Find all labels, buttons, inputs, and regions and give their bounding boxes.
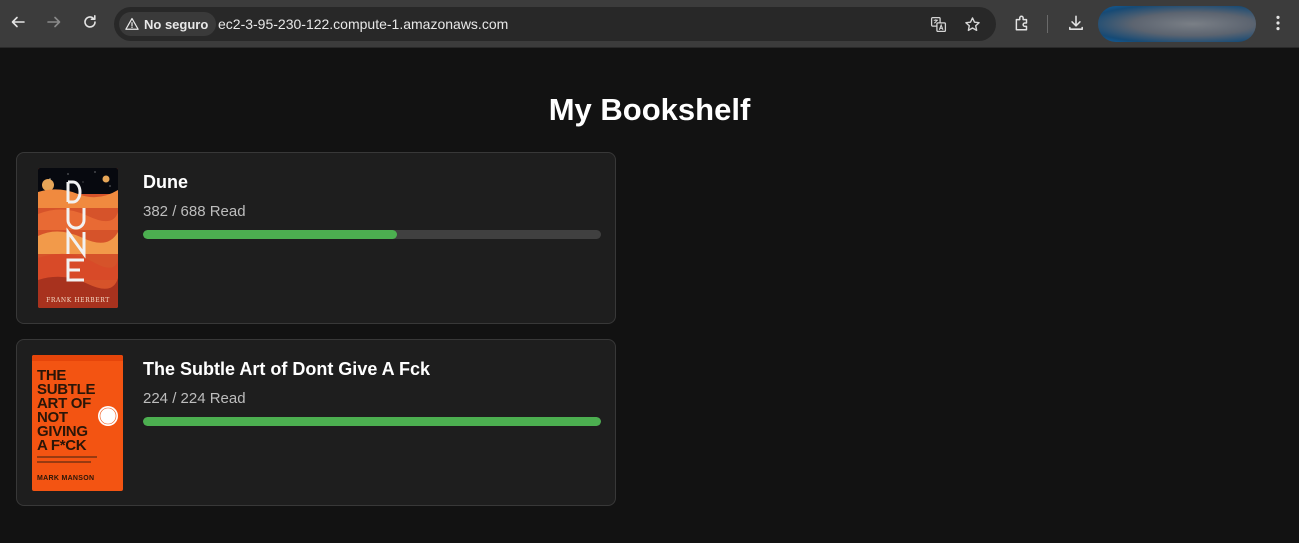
extensions-icon[interactable] (1011, 12, 1033, 34)
book-cover: THE SUBTLE ART OF NOT GIVING A F*CK MARK… (32, 355, 123, 491)
forward-icon[interactable] (42, 10, 66, 34)
book-title: The Subtle Art of Dont Give A Fck (143, 359, 431, 379)
address-bar[interactable]: No seguro ec2-3-95-230-122.compute-1.ama… (114, 7, 996, 41)
book-cover: FRANK HERBERT (38, 168, 118, 308)
book-info: The Subtle Art of Dont Give A Fck 224 / … (143, 359, 601, 426)
warning-icon (125, 17, 139, 30)
progress-bar-fill (143, 230, 398, 239)
security-label: No seguro (144, 16, 209, 32)
back-icon[interactable] (6, 10, 30, 34)
dune-cover-image: FRANK HERBERT (38, 168, 118, 308)
svg-text:A F*CK: A F*CK (37, 437, 87, 454)
toolbar-divider (1047, 15, 1048, 33)
star-icon[interactable] (962, 14, 982, 34)
progress-bar (143, 230, 601, 239)
page-title: My Bookshelf (548, 92, 751, 127)
book-progress-text: 224 / 224 Read (143, 390, 246, 407)
url-text[interactable]: ec2-3-95-230-122.compute-1.amazonaws.com (218, 16, 508, 32)
menu-icon[interactable] (1267, 12, 1289, 34)
subtle-art-cover-image: THE SUBTLE ART OF NOT GIVING A F*CK MARK… (32, 355, 123, 491)
translate-icon[interactable] (928, 14, 948, 34)
book-card[interactable]: FRANK HERBERT Dune 382 / 688 Read (16, 152, 616, 324)
profile-button[interactable] (1098, 6, 1256, 42)
progress-bar (143, 417, 601, 426)
book-card[interactable]: THE SUBTLE ART OF NOT GIVING A F*CK MARK… (16, 339, 616, 506)
browser-toolbar: No seguro ec2-3-95-230-122.compute-1.ama… (0, 0, 1299, 48)
book-title: Dune (143, 172, 188, 192)
reload-icon[interactable] (78, 10, 102, 34)
cover-author: FRANK HERBERT (46, 297, 110, 304)
cover-author: MARK MANSON (37, 475, 94, 482)
book-progress-text: 382 / 688 Read (143, 203, 246, 220)
security-chip[interactable]: No seguro (119, 12, 217, 36)
download-icon[interactable] (1065, 12, 1087, 34)
progress-bar-fill (143, 417, 601, 426)
book-info: Dune 382 / 688 Read (143, 172, 601, 239)
